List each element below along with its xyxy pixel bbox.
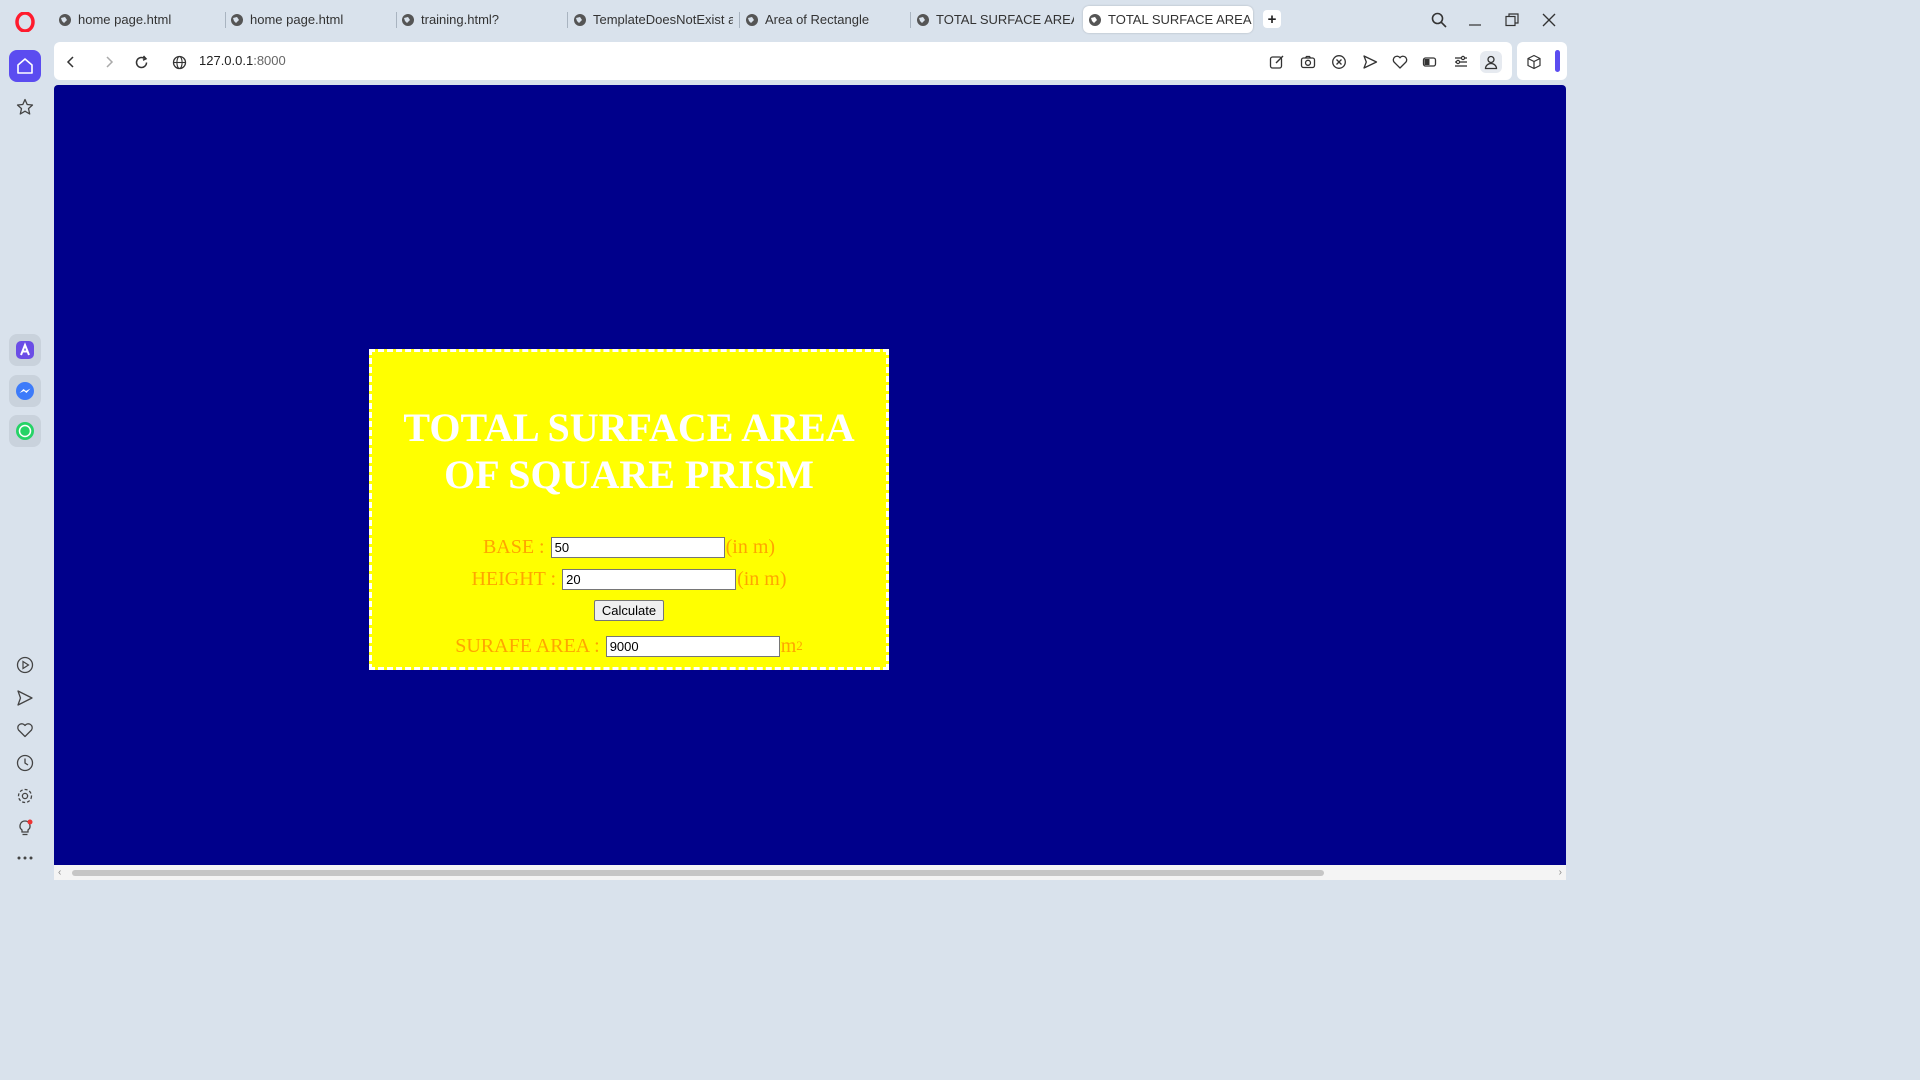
snapshot-edit-icon[interactable] bbox=[1266, 51, 1288, 73]
area-unit-exponent: 2 bbox=[796, 638, 803, 653]
area-output[interactable] bbox=[605, 635, 780, 657]
address-bar: 127.0.0.1:8000 bbox=[54, 42, 1512, 80]
home-icon[interactable] bbox=[9, 50, 41, 82]
tab-label: Area of Rectangle bbox=[765, 12, 870, 27]
area-row: SURAFE AREA : m2 bbox=[372, 630, 886, 662]
height-row: HEIGHT : (in m) bbox=[372, 563, 886, 595]
minimize-icon[interactable] bbox=[1463, 8, 1487, 32]
tab-7-active[interactable]: TOTAL SURFACE AREA OF bbox=[1083, 6, 1253, 33]
globe-icon bbox=[917, 13, 929, 26]
globe-icon bbox=[746, 13, 758, 26]
more-icon[interactable] bbox=[9, 842, 41, 874]
heart-icon[interactable] bbox=[9, 714, 41, 746]
restore-icon[interactable] bbox=[1500, 8, 1524, 32]
url-field[interactable]: 127.0.0.1:8000 bbox=[199, 53, 286, 68]
aria-icon[interactable] bbox=[9, 334, 41, 366]
site-info-icon[interactable] bbox=[168, 51, 190, 73]
page-title: TOTAL SURFACE AREA OF SQUARE PRISM bbox=[403, 405, 855, 497]
tab-4[interactable]: TemplateDoesNotExist at bbox=[573, 6, 733, 33]
calculator-card: TOTAL SURFACE AREA OF SQUARE PRISM BASE … bbox=[369, 349, 889, 670]
messenger-icon[interactable] bbox=[9, 375, 41, 407]
search-icon[interactable] bbox=[1427, 8, 1451, 32]
back-icon[interactable] bbox=[60, 51, 82, 73]
forward-icon[interactable] bbox=[98, 51, 120, 73]
star-icon[interactable] bbox=[9, 91, 41, 123]
globe-icon bbox=[1089, 13, 1101, 26]
button-row: Calculate bbox=[372, 595, 886, 625]
player-icon[interactable] bbox=[9, 649, 41, 681]
new-tab-button[interactable]: + bbox=[1263, 10, 1281, 28]
settings-icon[interactable] bbox=[9, 780, 41, 812]
adblock-icon[interactable] bbox=[1328, 51, 1350, 73]
reload-icon[interactable] bbox=[130, 51, 152, 73]
tab-6[interactable]: TOTAL SURFACE AREA OF bbox=[916, 6, 1074, 33]
tab-label: home page.html bbox=[78, 12, 172, 27]
heart-icon[interactable] bbox=[1389, 51, 1411, 73]
extensions-area bbox=[1517, 42, 1567, 80]
base-label: BASE : bbox=[482, 535, 545, 558]
whatsapp-icon[interactable] bbox=[9, 415, 41, 447]
opera-logo-icon[interactable] bbox=[14, 11, 36, 33]
tab-label: TemplateDoesNotExist at bbox=[593, 12, 733, 27]
profile-icon[interactable] bbox=[1480, 51, 1502, 73]
base-unit: (in m) bbox=[725, 535, 776, 558]
tab-separator bbox=[910, 12, 911, 28]
url-host: 127.0.0.1 bbox=[199, 53, 254, 68]
height-unit: (in m) bbox=[737, 567, 787, 590]
calculate-button[interactable]: Calculate bbox=[593, 599, 665, 621]
sidebar bbox=[0, 40, 50, 882]
extensions-icon[interactable] bbox=[1523, 51, 1545, 73]
tab-label: home page.html bbox=[250, 12, 344, 27]
base-input[interactable] bbox=[550, 536, 725, 558]
send-icon[interactable] bbox=[1359, 51, 1381, 73]
height-input[interactable] bbox=[562, 568, 737, 590]
tab-label: TOTAL SURFACE AREA OF bbox=[936, 12, 1074, 27]
tab-bar: home page.html home page.html training.h… bbox=[0, 0, 1568, 40]
scroll-thumb[interactable] bbox=[72, 870, 1324, 876]
sidebar-indicator bbox=[1555, 50, 1560, 72]
tab-5[interactable]: Area of Rectangle bbox=[745, 6, 905, 33]
tab-separator bbox=[225, 12, 226, 28]
battery-icon[interactable] bbox=[1419, 51, 1441, 73]
horizontal-scrollbar[interactable]: ‹ › bbox=[54, 865, 1566, 880]
url-port: :8000 bbox=[253, 53, 286, 68]
height-label: HEIGHT : bbox=[471, 567, 557, 590]
base-row: BASE : (in m) bbox=[372, 531, 886, 563]
page-viewport: TOTAL SURFACE AREA OF SQUARE PRISM BASE … bbox=[54, 85, 1566, 865]
scroll-right-icon[interactable]: › bbox=[1559, 867, 1562, 878]
history-icon[interactable] bbox=[9, 747, 41, 779]
easy-setup-icon[interactable] bbox=[1450, 51, 1472, 73]
tab-separator bbox=[396, 12, 397, 28]
scroll-left-icon[interactable]: ‹ bbox=[58, 867, 61, 878]
globe-icon bbox=[59, 13, 71, 26]
send-icon[interactable] bbox=[9, 682, 41, 714]
tab-3[interactable]: training.html? bbox=[401, 6, 561, 33]
camera-icon[interactable] bbox=[1297, 51, 1319, 73]
tips-icon[interactable] bbox=[9, 812, 41, 844]
globe-icon bbox=[231, 13, 243, 26]
tab-separator bbox=[567, 12, 568, 28]
tab-label: TOTAL SURFACE AREA OF bbox=[1108, 12, 1253, 27]
tab-label: training.html? bbox=[421, 12, 500, 27]
tab-2[interactable]: home page.html bbox=[230, 6, 390, 33]
tab-separator bbox=[739, 12, 740, 28]
globe-icon bbox=[574, 13, 586, 26]
area-label: SURAFE AREA : bbox=[455, 634, 600, 657]
tab-1[interactable]: home page.html bbox=[58, 6, 218, 33]
close-icon[interactable] bbox=[1537, 8, 1561, 32]
area-unit: m bbox=[780, 634, 797, 657]
globe-icon bbox=[402, 13, 414, 26]
